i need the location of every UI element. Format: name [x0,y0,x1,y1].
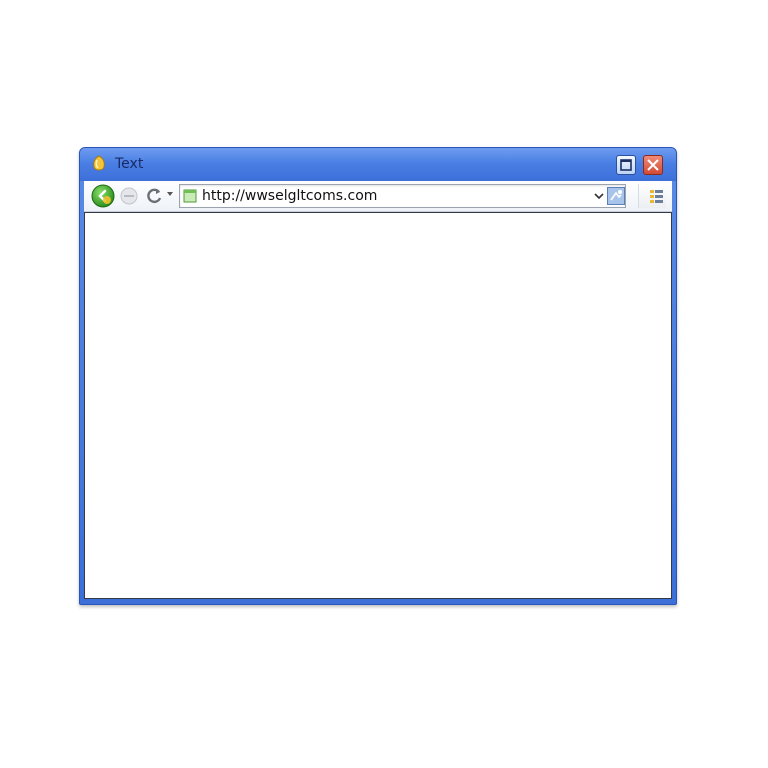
close-button[interactable] [643,155,663,175]
url-text[interactable]: http://wwselgltcoms.com [202,187,377,205]
navigation-toolbar: http://wwselgltcoms.com [84,181,672,212]
browser-window: Text http://wwselgltcoms.com [79,147,677,605]
menu-icon [650,190,663,203]
refresh-icon[interactable] [144,186,164,206]
window-title: Text [115,156,144,172]
address-dropdown-icon[interactable] [594,192,604,200]
maximize-icon [620,159,632,171]
page-content-area[interactable] [84,212,672,599]
maximize-button[interactable] [616,155,636,175]
close-icon [647,159,659,171]
page-icon [183,189,197,203]
history-dropdown-icon[interactable] [166,190,174,198]
title-bar[interactable]: Text [80,148,676,181]
forward-arrow-icon[interactable] [120,187,138,205]
app-icon [93,155,105,171]
go-icon[interactable] [607,187,625,205]
menu-button[interactable] [638,184,666,208]
back-arrow-icon[interactable] [91,184,115,208]
address-bar[interactable]: http://wwselgltcoms.com [179,184,626,208]
